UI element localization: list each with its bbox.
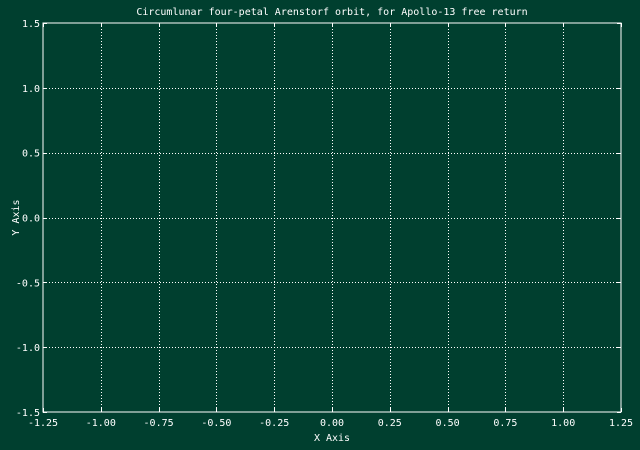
y-tick-label: 0.5 xyxy=(22,149,40,160)
y-tick-label: -1.5 xyxy=(16,408,40,419)
y-tick-label: -1.0 xyxy=(16,343,40,354)
x-tick-label: 0.50 xyxy=(436,418,460,429)
chart-figure: -1.25 -1.00 -0.75 -0.50 -0.25 0.00 0.25 0.50 0.7… xyxy=(0,0,640,450)
x-tick-label: 1.25 xyxy=(609,418,633,429)
y-tick-label: 1.5 xyxy=(22,19,40,30)
y-axis-label: Y Axis xyxy=(11,199,22,235)
x-tick-labels: -1.25 -1.00 -0.75 -0.50 -0.25 0.00 0.25 0.50 0.7… xyxy=(28,418,633,429)
x-tick-label: 0.25 xyxy=(378,418,402,429)
x-axis-label: X Axis xyxy=(314,433,350,444)
tick-marks xyxy=(43,23,622,413)
x-tick-label: 1.00 xyxy=(551,418,575,429)
y-tick-label: 0.0 xyxy=(22,214,40,225)
y-tick-label: 1.0 xyxy=(22,84,40,95)
chart-title: Circumlunar four-petal Arenstorf orbit, … xyxy=(136,7,527,18)
x-tick-label: 0.00 xyxy=(320,418,344,429)
x-tick-label: -1.25 xyxy=(28,418,58,429)
x-tick-label: 0.75 xyxy=(493,418,517,429)
x-tick-label: -1.00 xyxy=(86,418,116,429)
grid-lines xyxy=(43,23,621,412)
y-tick-label: -0.5 xyxy=(16,278,40,289)
x-tick-label: -0.75 xyxy=(144,418,174,429)
x-tick-label: -0.50 xyxy=(201,418,231,429)
chart-canvas: -1.25 -1.00 -0.75 -0.50 -0.25 0.00 0.25 0.50 0.7… xyxy=(11,7,633,444)
x-tick-label: -0.25 xyxy=(259,418,289,429)
